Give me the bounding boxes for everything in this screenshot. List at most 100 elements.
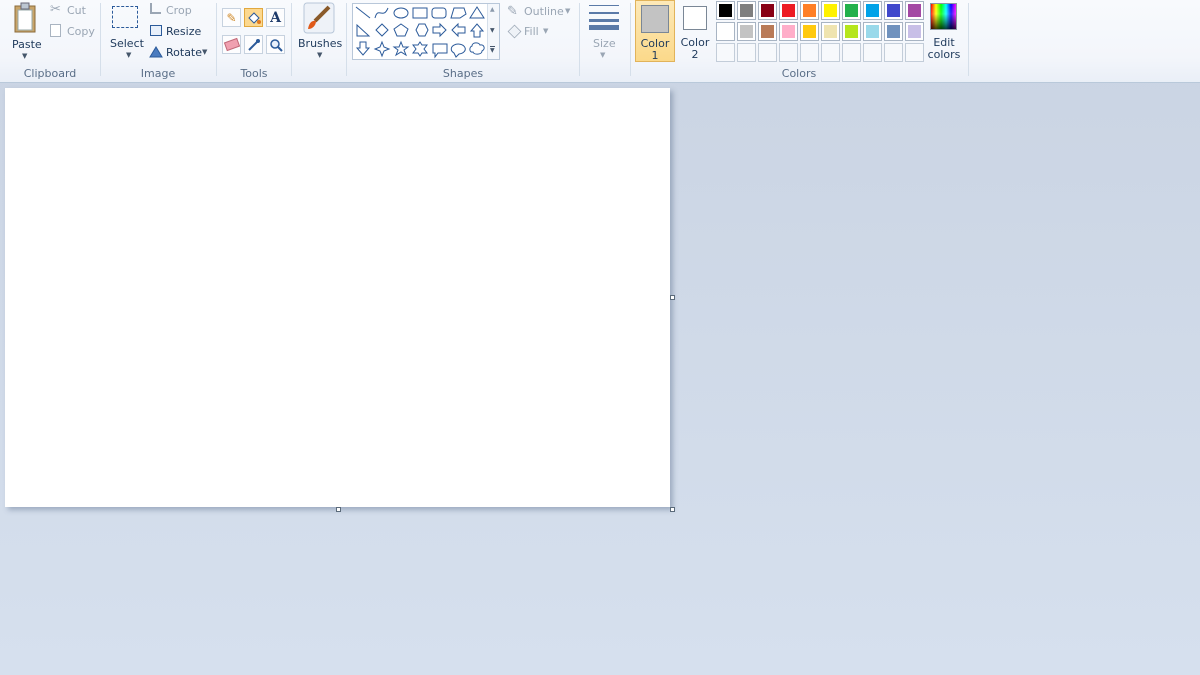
custom-color-swatch[interactable]: [905, 43, 924, 62]
fill-tool[interactable]: [244, 8, 263, 27]
color-swatch[interactable]: [716, 22, 735, 41]
five-point-star-shape-icon[interactable]: [392, 40, 410, 57]
color-swatch[interactable]: [758, 1, 777, 20]
brush-icon: [303, 2, 335, 34]
six-point-star-shape-icon[interactable]: [412, 41, 428, 57]
swatch-color: [803, 4, 816, 17]
cut-button[interactable]: ✂ Cut: [48, 2, 96, 20]
rounded-callout-shape-icon[interactable]: [432, 43, 448, 59]
rotate-label: Rotate: [166, 46, 203, 59]
up-arrow-shape-icon[interactable]: [469, 23, 485, 38]
color1-button[interactable]: Color 1: [635, 0, 675, 62]
line-shape-icon[interactable]: [355, 6, 371, 19]
color-swatch[interactable]: [800, 1, 819, 20]
oval-shape-icon[interactable]: [393, 7, 409, 19]
custom-color-swatch[interactable]: [737, 43, 756, 62]
oval-callout-shape-icon[interactable]: [450, 43, 466, 58]
resize-handle-right[interactable]: [670, 295, 675, 300]
swatch-color: [866, 46, 879, 59]
eraser-tool[interactable]: [222, 35, 241, 54]
magnifier-tool[interactable]: [266, 35, 285, 54]
clipboard-group-label: Clipboard: [23, 67, 77, 80]
color-swatch[interactable]: [779, 22, 798, 41]
hexagon-shape-icon[interactable]: [415, 23, 429, 37]
custom-color-swatch[interactable]: [884, 43, 903, 62]
rectangle-shape-icon[interactable]: [412, 7, 428, 19]
triangle-shape-icon[interactable]: [469, 6, 485, 19]
text-tool[interactable]: A: [266, 8, 285, 27]
custom-color-swatch[interactable]: [758, 43, 777, 62]
chevron-down-icon: ▼: [202, 48, 208, 56]
chevron-down-icon: ▼: [22, 52, 28, 60]
swatch-color: [908, 46, 921, 59]
tools-group: ✎ A Tools: [217, 0, 291, 82]
color2-number: 2: [691, 48, 699, 61]
select-button[interactable]: Select ▼: [106, 2, 144, 60]
crop-icon: [150, 3, 161, 14]
copy-button[interactable]: Copy: [48, 23, 96, 41]
color-swatch[interactable]: [905, 1, 924, 20]
color-swatch[interactable]: [716, 1, 735, 20]
resize-handle-corner[interactable]: [670, 507, 675, 512]
color-swatch[interactable]: [737, 1, 756, 20]
color-swatch[interactable]: [842, 22, 861, 41]
resize-handle-bottom[interactable]: [336, 507, 341, 512]
custom-color-swatch[interactable]: [863, 43, 882, 62]
color-swatch[interactable]: [884, 22, 903, 41]
copy-label: Copy: [67, 25, 95, 38]
paste-button[interactable]: Paste ▼: [6, 2, 44, 60]
left-arrow-shape-icon[interactable]: [451, 22, 466, 38]
outline-button[interactable]: ✎ Outline ▼: [505, 3, 575, 21]
right-arrow-shape-icon[interactable]: [432, 22, 447, 38]
cloud-callout-shape-icon[interactable]: [469, 42, 485, 55]
fill-icon: [507, 24, 522, 39]
rotate-button[interactable]: Rotate ▼: [148, 44, 212, 62]
color-swatch[interactable]: [821, 1, 840, 20]
scroll-down-icon[interactable]: ▼: [490, 27, 495, 34]
color-swatch[interactable]: [863, 22, 882, 41]
color-swatch[interactable]: [821, 22, 840, 41]
swatch-color: [782, 25, 795, 38]
edit-colors-button[interactable]: Edit colors: [924, 0, 964, 62]
color-swatch[interactable]: [800, 22, 819, 41]
custom-color-swatch[interactable]: [716, 43, 735, 62]
custom-color-swatch[interactable]: [842, 43, 861, 62]
down-arrow-shape-icon[interactable]: [355, 41, 371, 56]
color-picker-tool[interactable]: [244, 35, 263, 54]
swatch-color: [845, 4, 858, 17]
color-swatch[interactable]: [884, 1, 903, 20]
color-swatch[interactable]: [758, 22, 777, 41]
size-button[interactable]: Size ▼: [584, 2, 624, 60]
more-shapes-icon[interactable]: ▼: [490, 46, 495, 54]
scissors-icon: ✂: [50, 2, 61, 17]
image-group: Select ▼ Crop Resize Rotate ▼ Image: [101, 0, 215, 82]
color2-button[interactable]: Color 2: [676, 0, 714, 62]
pencil-tool[interactable]: ✎: [222, 8, 241, 27]
color-swatch[interactable]: [737, 22, 756, 41]
shapes-scrollbar[interactable]: ▲ ▼ ▼: [487, 4, 499, 59]
swatch-color: [866, 25, 879, 38]
brushes-button[interactable]: Brushes ▼: [295, 2, 343, 60]
custom-color-swatch[interactable]: [821, 43, 840, 62]
pentagon-shape-icon[interactable]: [393, 23, 409, 37]
scroll-up-icon[interactable]: ▲: [490, 6, 495, 13]
rounded-rectangle-shape-icon[interactable]: [431, 7, 447, 19]
custom-color-swatch[interactable]: [779, 43, 798, 62]
crop-button[interactable]: Crop: [148, 2, 208, 20]
right-triangle-shape-icon[interactable]: [356, 23, 371, 37]
swatch-color: [824, 46, 837, 59]
resize-button[interactable]: Resize: [148, 23, 208, 41]
drawing-canvas[interactable]: [5, 88, 670, 507]
fill-button[interactable]: Fill ▼: [505, 23, 555, 41]
polygon-shape-icon[interactable]: [450, 7, 467, 19]
color-swatch[interactable]: [842, 1, 861, 20]
color-swatch[interactable]: [779, 1, 798, 20]
color-swatch[interactable]: [905, 22, 924, 41]
swatch-color: [719, 4, 732, 17]
four-point-star-shape-icon[interactable]: [373, 40, 391, 58]
diamond-shape-icon[interactable]: [375, 23, 389, 37]
color-swatch[interactable]: [863, 1, 882, 20]
custom-color-swatch[interactable]: [800, 43, 819, 62]
curve-shape-icon[interactable]: [374, 7, 389, 19]
swatch-color: [761, 46, 774, 59]
